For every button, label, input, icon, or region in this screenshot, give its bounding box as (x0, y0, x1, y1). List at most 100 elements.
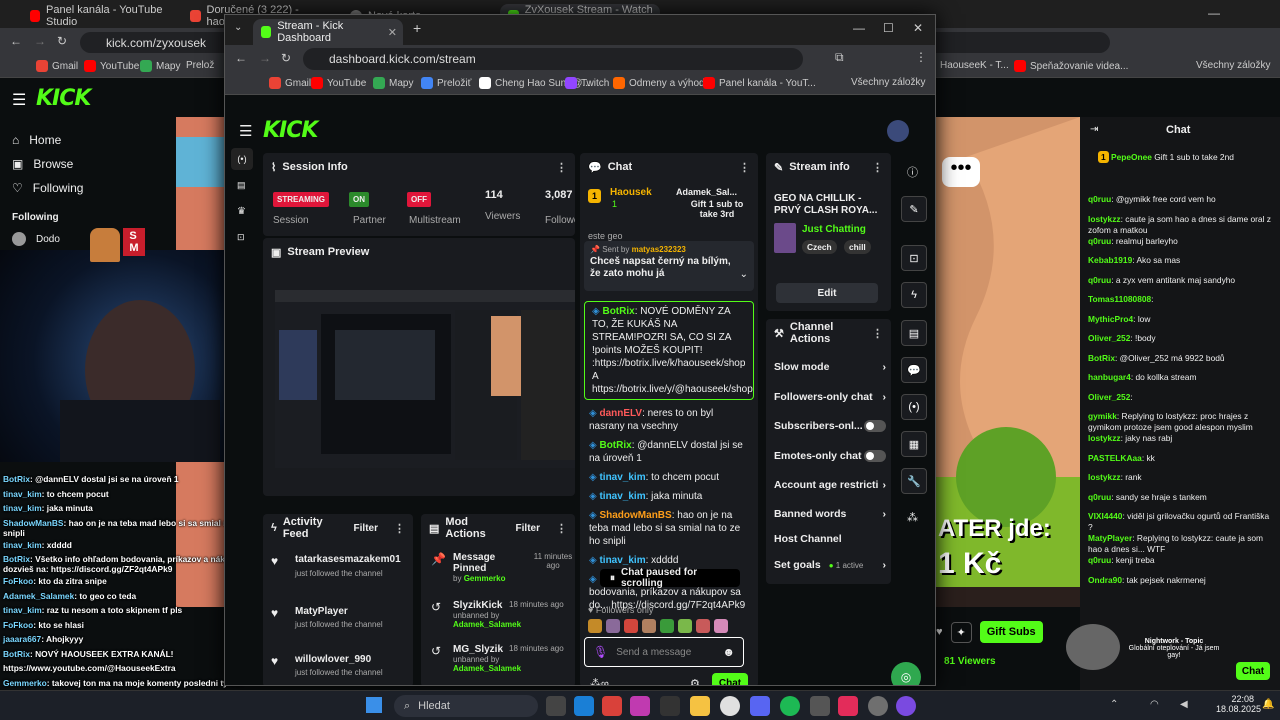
app-icon[interactable] (630, 696, 650, 716)
toggle[interactable] (864, 450, 886, 462)
tray-chevron-icon[interactable]: ⌃ (1110, 699, 1118, 710)
mod-user[interactable]: Adamek_Salamek (431, 620, 571, 629)
forward-icon[interactable]: → (259, 51, 271, 65)
capture-icon[interactable]: ⊡ (901, 245, 927, 271)
clock[interactable]: 22:08 18.08.2025 (1216, 694, 1261, 714)
chat-user[interactable]: tinav_kim (599, 555, 645, 566)
front-address-bar[interactable]: dashboard.kick.com/stream (303, 48, 803, 70)
more-icon[interactable]: ⋮ (915, 50, 927, 64)
capture-icon[interactable]: ⊡ (237, 232, 245, 243)
points-icon[interactable]: ⁂∞ (590, 677, 609, 685)
kick-logo[interactable]: KICK (36, 86, 91, 111)
trophy-icon[interactable]: ♛ (237, 206, 246, 217)
bookmark[interactable]: HaouseeK - T... (940, 60, 1009, 71)
emote-icon[interactable] (588, 619, 602, 633)
action-followers-only[interactable]: Followers-only chat › (774, 391, 886, 403)
bookmark[interactable]: Prelož (186, 60, 214, 71)
close-tab-icon[interactable]: ✕ (388, 26, 397, 39)
tab-search-icon[interactable]: ⌄ (234, 22, 242, 33)
new-tab-icon[interactable]: + (413, 20, 421, 36)
chat-user[interactable]: VIXI4440 (1088, 511, 1122, 521)
toggle[interactable] (864, 420, 886, 432)
app-icon[interactable] (660, 696, 680, 716)
emote-icon[interactable] (678, 619, 692, 633)
app-icon[interactable] (896, 696, 916, 716)
chat-user[interactable]: tinav_kim (599, 491, 645, 502)
emote-icon[interactable] (696, 619, 710, 633)
emote-icon[interactable] (606, 619, 620, 633)
taskbar-search[interactable]: ⌕ Hledat (394, 695, 538, 717)
bookmark[interactable]: Odmeny a výhody (613, 77, 710, 89)
chat-user[interactable]: q0ruu (1088, 275, 1111, 285)
feed-user[interactable]: tatarkasesmazakem01 (295, 554, 411, 565)
info-icon[interactable]: ⓘ (907, 164, 918, 180)
pinned-message[interactable]: 📌 Sent by matyas232323 Chceš napsat čern… (584, 241, 754, 291)
extensions-icon[interactable]: ⧉ (835, 50, 844, 65)
reload-icon[interactable]: ↻ (57, 34, 67, 48)
action-emotes-only[interactable]: Emotes-only chat (774, 450, 886, 462)
more-icon[interactable]: ⋮ (556, 161, 567, 174)
bookmark[interactable]: Mapy (373, 77, 413, 89)
chat-user[interactable]: MythicPro4 (1088, 314, 1133, 324)
chat-icon[interactable]: 💬 (901, 357, 927, 383)
heart-icon[interactable]: ♥ (936, 626, 943, 638)
category-link[interactable]: Just Chatting (802, 224, 866, 235)
chat-user[interactable]: Oliver_252 (1088, 392, 1130, 402)
chat-user[interactable]: BotRix (602, 306, 634, 317)
action-subscribers-only[interactable]: Subscribers-onl... (774, 420, 886, 432)
bookmark[interactable]: Gmail (269, 77, 311, 89)
pinned-user[interactable]: matyas232323 (632, 245, 686, 254)
folder-icon[interactable] (690, 696, 710, 716)
reload-icon[interactable]: ↻ (281, 51, 291, 65)
tiktok-icon[interactable] (838, 696, 858, 716)
more-icon[interactable]: ⋮ (872, 327, 883, 340)
calendar-icon[interactable]: ▦ (901, 431, 927, 457)
chat-input[interactable]: 🎙 Send a message ☻ (584, 637, 744, 667)
mod-user[interactable]: Gemmerko (464, 574, 506, 583)
edge-icon[interactable] (574, 696, 594, 716)
bookmark[interactable]: Preložiť (421, 77, 471, 89)
chat-user[interactable]: q0ruu (1088, 492, 1111, 502)
bookmark[interactable]: YouTube (84, 60, 139, 72)
feed-user[interactable]: MatyPlayer (295, 606, 411, 617)
all-bookmarks[interactable]: Všechny záložky (1196, 60, 1270, 71)
discord-icon[interactable] (750, 696, 770, 716)
maximize-icon[interactable]: ☐ (883, 21, 894, 35)
menu-icon[interactable]: ☰ (239, 122, 252, 140)
chat-user[interactable]: BotRix (1088, 353, 1115, 363)
all-bookmarks[interactable]: Všechny záložky (851, 77, 925, 88)
app-icon[interactable] (868, 696, 888, 716)
sparkle-icon[interactable]: ✦ (950, 621, 972, 643)
emote-icon[interactable] (642, 619, 656, 633)
chat-user[interactable]: ShadowManBS (599, 510, 671, 521)
more-icon[interactable]: ⋮ (556, 522, 567, 535)
mod-user[interactable]: Adamek_Salamek (431, 664, 571, 673)
broadcast-icon[interactable]: (•) (901, 394, 927, 420)
gift-subs-button[interactable]: Gift Subs (979, 621, 1043, 643)
more-icon[interactable]: ⋮ (872, 161, 883, 174)
preview-video[interactable] (275, 290, 575, 468)
live-icon[interactable]: (•) (231, 148, 253, 170)
menu-icon[interactable]: ☰ (12, 90, 26, 110)
edit-button[interactable]: Edit (776, 283, 878, 303)
action-slow-mode[interactable]: Slow mode › (774, 361, 886, 373)
feed-user[interactable]: willowlover_990 (295, 654, 411, 665)
kick-logo[interactable]: KICK (263, 118, 318, 143)
bolt-icon[interactable]: ϟ (901, 282, 927, 308)
chat-user[interactable]: gymikk (1088, 411, 1117, 421)
chat-user[interactable]: q0ruu (1088, 194, 1111, 204)
gift-user2[interactable]: Adamek_Sal... (676, 187, 737, 197)
gift-user[interactable]: Haousek (610, 187, 652, 198)
action-account-age[interactable]: Account age restricti › (774, 479, 886, 491)
chat-user[interactable]: hanbugar4 (1088, 372, 1131, 382)
chat-user[interactable]: lostykzz (1088, 214, 1121, 224)
spotify-icon[interactable] (780, 696, 800, 716)
action-set-goals[interactable]: Set goals ● 1 active › (774, 559, 886, 571)
back-icon[interactable]: ← (235, 51, 247, 65)
chat-send-button[interactable]: Chat (712, 673, 748, 685)
filter-button[interactable]: Filter (516, 523, 540, 534)
panel-icon[interactable]: ▤ (237, 180, 246, 191)
action-host-channel[interactable]: Host Channel (774, 533, 886, 545)
bookmark[interactable]: Gmail (36, 60, 78, 72)
front-tab-active[interactable]: Stream - Kick Dashboard ✕ (253, 19, 403, 45)
